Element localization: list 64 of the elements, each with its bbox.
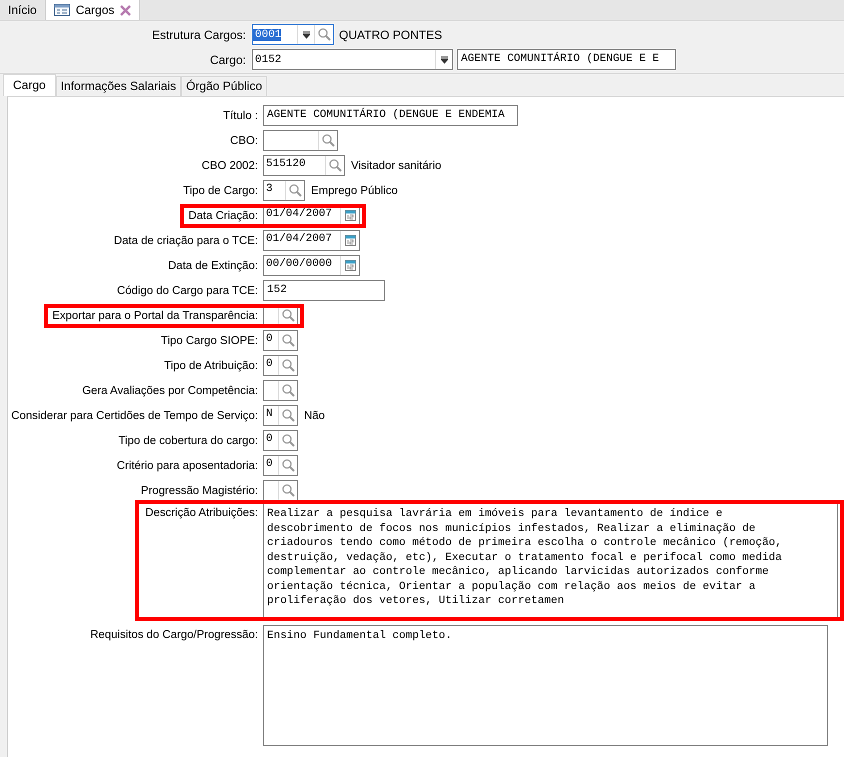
- lookup-field[interactable]: N: [263, 405, 298, 426]
- lookup-field[interactable]: 0: [263, 455, 298, 476]
- search-icon: [282, 434, 294, 447]
- tab[interactable]: Cargo: [3, 74, 56, 96]
- field-label: Progressão Magistério:: [140, 484, 258, 496]
- structure-combo[interactable]: 0001: [252, 24, 334, 45]
- calendar-icon: [344, 210, 356, 221]
- field-label: Tipo Cargo SIOPE:: [160, 334, 258, 346]
- lookup-field[interactable]: 0: [263, 430, 298, 451]
- search-icon: [288, 184, 302, 197]
- field-label: Descrição Atribuições:: [145, 507, 258, 519]
- lookup-field[interactable]: 0: [263, 330, 298, 351]
- field-description: Não: [304, 410, 325, 422]
- field-label: Tipo de cobertura do cargo:: [118, 434, 258, 446]
- lookup-field[interactable]: [263, 480, 298, 501]
- dropdown-icon: [440, 56, 448, 64]
- structure-name: QUATRO PONTES: [339, 28, 442, 42]
- field-label: Data de Extinção:: [168, 260, 258, 272]
- lookup-field[interactable]: [263, 130, 338, 151]
- field-label: Data de criação para o TCE:: [114, 234, 258, 246]
- search-icon: [282, 359, 294, 372]
- field-label: CBO:: [230, 134, 258, 146]
- search-icon: [282, 309, 294, 322]
- date-field[interactable]: 00/00/0000: [263, 255, 360, 276]
- text-area[interactable]: Ensino Fundamental completo.: [263, 625, 828, 746]
- field-label: Gera Avaliações por Competência:: [82, 384, 258, 396]
- job-combo[interactable]: 0152: [252, 49, 453, 70]
- field-label: Código do Cargo para TCE:: [117, 284, 258, 296]
- lookup-field[interactable]: [263, 380, 298, 401]
- search-icon: [328, 159, 342, 172]
- field-label: Tipo de Cargo:: [183, 184, 258, 196]
- field-label: Cargo:: [208, 52, 247, 66]
- search-icon: [282, 334, 294, 347]
- lookup-field[interactable]: 3: [263, 180, 305, 201]
- close-icon[interactable]: [120, 4, 132, 16]
- field-label: Data Criação:: [188, 210, 258, 222]
- field-label: Estrutura Cargos:: [150, 28, 247, 42]
- search-icon: [282, 409, 294, 422]
- field-description: Emprego Público: [311, 184, 398, 196]
- search-icon: [322, 134, 334, 147]
- job-name-field: AGENTE COMUNITÁRIO (DENGUE E E: [457, 49, 676, 70]
- text-field[interactable]: 152: [263, 280, 385, 301]
- text-field[interactable]: AGENTE COMUNITÁRIO (DENGUE E ENDEMIA: [263, 105, 518, 126]
- calendar-icon: [344, 235, 356, 246]
- form-icon: [54, 4, 70, 16]
- dropdown-icon: [302, 30, 310, 38]
- field-label: Critério para aposentadoria:: [116, 460, 258, 472]
- field-label: Considerar para Certidões de Tempo de Serviço:: [11, 410, 258, 422]
- text-area[interactable]: Realizar a pesquisa lavrária em imóveis para levantamento de índice e descobrimento de focos nos municípios infestados, Realizar a eliminação de criadouros tendo como método de primeira escolha o controle mecânico (remoção, destruição, vedação, etc), Executar o tratamento focal e perifocal como medida complementar ao controle mecânico, aplicando larvicidas autorizados conforme orientação técnica, Orientar a população com relação aos meios de evitar a proliferação dos vetores, Utilizar corretamen: [263, 503, 838, 620]
- date-field[interactable]: 01/04/2007: [263, 230, 360, 251]
- field-description: Visitador sanitário: [351, 160, 442, 172]
- search-icon: [282, 459, 294, 472]
- field-label: CBO 2002:: [202, 160, 258, 172]
- lookup-field[interactable]: 515120: [263, 155, 345, 176]
- search-icon: [282, 384, 294, 397]
- field-label: Exportar para o Portal da Transparência:: [52, 310, 258, 322]
- lookup-field[interactable]: 0: [263, 355, 298, 376]
- search-icon: [282, 484, 294, 497]
- calendar-icon: [344, 260, 356, 271]
- field-label: Tipo de Atribuição:: [164, 360, 258, 372]
- search-icon: [318, 28, 330, 41]
- tab[interactable]: Cargos: [46, 0, 140, 20]
- field-label: Título :: [223, 110, 258, 122]
- field-label: Requisitos do Cargo/Progressão:: [90, 629, 258, 641]
